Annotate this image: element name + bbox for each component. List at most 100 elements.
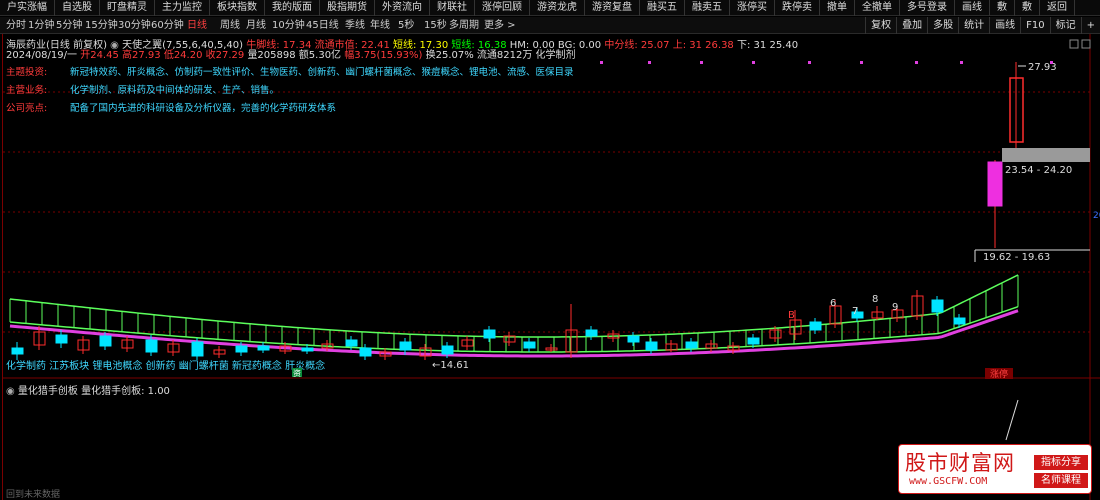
indicator-line: 中分线: 25.07 [604,40,670,51]
period-tab[interactable]: 月线 [246,17,266,34]
candle-body [99,335,112,347]
period-tab[interactable]: 年线 [370,17,390,34]
top-toolbar: 户实涨幅 自选股 盯盘精灵 主力监控 板块指数 我的版面 股指期货 外资流向 财联社 涨停回顾 游资… [0,0,1100,16]
toolbar-button[interactable]: 涨停买 [730,0,775,16]
info-row: 主题投资: 新冠特效药、肝炎概念、仿制药一致性评价、生物医药、创新药、幽门螺杆菌概… [6,67,574,78]
candle-number: 6 [830,298,836,309]
toolbar-button[interactable]: 自选股 [55,0,100,16]
period-tab[interactable]: 5秒 [398,17,414,34]
watermark-url: www.GSCFW.COM [909,476,988,487]
chart-tool-button[interactable]: 标记 [1049,17,1081,34]
period-tab[interactable]: 60分钟 [151,17,184,34]
toolbar-button[interactable]: 多号登录 [900,0,955,16]
toolbar-button[interactable]: 敷 [1015,0,1040,16]
period-tab[interactable]: 10分钟 [272,17,305,34]
toolbar-button[interactable]: 户实涨幅 [0,0,55,16]
price-min-label: ←14.61 [432,360,469,371]
watermark-title: 股市财富网 [905,451,1015,475]
period-tab[interactable]: 1分钟 [28,17,54,34]
watermark: 股市财富网 www.GSCFW.COM 指标分享 名师课程 [898,444,1092,494]
period-tab[interactable]: 多周期 [449,17,479,34]
period-tab[interactable]: 30分钟 [118,17,151,34]
candle-body [55,334,68,344]
toolbar-button[interactable]: 主力监控 [155,0,210,16]
candle-body [191,341,204,357]
period-tab[interactable]: 周线 [220,17,240,34]
toolbar-button[interactable]: 融买五 [640,0,685,16]
candle-number: 9 [892,302,898,313]
price-band-label: 19.62 - 19.63 [983,252,1050,263]
candle-number: 8 [872,294,878,305]
toolbar-button[interactable]: 游资龙虎 [530,0,585,16]
indicator-line: 上: 31 26.38 [672,40,734,51]
candle-body [931,299,944,313]
watermark-tag2: 名师课程 [1034,473,1088,488]
info-row: 主营业务: 化学制剂、原料药及中间体的研发、生产、销售。 [6,85,280,96]
chart-tool-button[interactable]: 复权 [865,17,896,34]
indicator2-label: ◉ 量化猎手创板 量化猎手创板: 1.00 [6,386,170,397]
toolbar-button[interactable]: 股指期货 [320,0,375,16]
candle-body [953,317,966,325]
candle-body [11,347,24,355]
toolbar-button[interactable]: 全撤单 [855,0,900,16]
candle-body [627,335,640,343]
period-tab[interactable]: 季线 [345,17,365,34]
toolbar-button[interactable]: 跌停卖 [775,0,820,16]
bottom-text: 回到未来数据 [6,490,61,500]
candle-body [235,345,248,353]
candle-body [301,347,314,352]
period-tab[interactable]: 分时 [6,17,26,34]
period-tab[interactable]: 15秒 [424,17,447,34]
candle-body [345,339,358,347]
toolbar-button[interactable]: 融卖五 [685,0,730,16]
limit-up-label: 涨停 [990,368,1008,380]
chart-tool-button[interactable]: + [1080,17,1100,34]
candle-body [359,347,372,357]
candle-body [645,341,658,351]
toolbar-button[interactable]: 画线 [955,0,990,16]
candle-body [399,341,412,351]
chart-tool-button[interactable]: F10 [1020,17,1049,34]
candle-body [585,329,598,337]
chart-tool-button[interactable]: 叠加 [896,17,927,34]
candle-body [685,341,698,349]
chart-tool-button[interactable]: 统计 [958,17,989,34]
period-tab[interactable]: 45日线 [306,17,339,34]
toolbar-button[interactable]: 撤单 [820,0,855,16]
info-row: 公司亮点: 配备了国内先进的科研设备及分析仪器，完善的化学药研发体系 [6,103,337,114]
period-tab[interactable]: 15分钟 [85,17,118,34]
period-tab[interactable]: 5分钟 [56,17,82,34]
indicator2-text: 量化猎手创板 量化猎手创板: 1.00 [17,386,170,397]
candle-number: 7 [852,306,858,317]
candle-body [747,337,760,345]
toolbar-button[interactable]: 板块指数 [210,0,265,16]
toolbar-button[interactable]: 敷 [990,0,1015,16]
candle-body [145,339,158,353]
axis-label: 20 [1093,211,1100,221]
chart-tool-button[interactable]: 多股 [927,17,958,34]
toolbar-button[interactable]: 外资流向 [375,0,430,16]
toolbar-button[interactable]: 我的版面 [265,0,320,16]
ohlc-header: 2024/08/19/一 开24.45 高27.93 低24.20 收27.29… [6,50,576,61]
right-tools: 复权 叠加 多股 统计 画线 F10 标记 + [865,17,1100,34]
period-tab[interactable]: 日线 [187,17,207,34]
toolbar-button[interactable]: 盯盘精灵 [100,0,155,16]
signal-marker: B [788,310,795,321]
candle-body [523,341,536,349]
toolbar-button[interactable]: 涨停回顾 [475,0,530,16]
price-band-label: 23.54 - 24.20 [1005,165,1072,176]
small-tag: 资 [293,368,301,378]
indicator-line: 下: 31 25.40 [737,40,799,51]
toolbar-button[interactable]: 财联社 [430,0,475,16]
candle-body [483,329,496,339]
toolbar-button[interactable]: 返回 [1040,0,1075,16]
period-tab[interactable]: 更多 > [484,17,516,34]
wing-band [9,274,1019,358]
concept-tags: 化学制药 江苏板块 锂电池概念 创新药 幽门螺杆菌 新冠药概念 肝炎概念 [6,359,325,372]
candle-body [441,345,454,355]
toolbar-button[interactable]: 游资复盘 [585,0,640,16]
candle-body [257,345,270,351]
candle-body [809,321,822,331]
chart-tool-button[interactable]: 画线 [989,17,1020,34]
watermark-tag1: 指标分享 [1034,455,1088,470]
